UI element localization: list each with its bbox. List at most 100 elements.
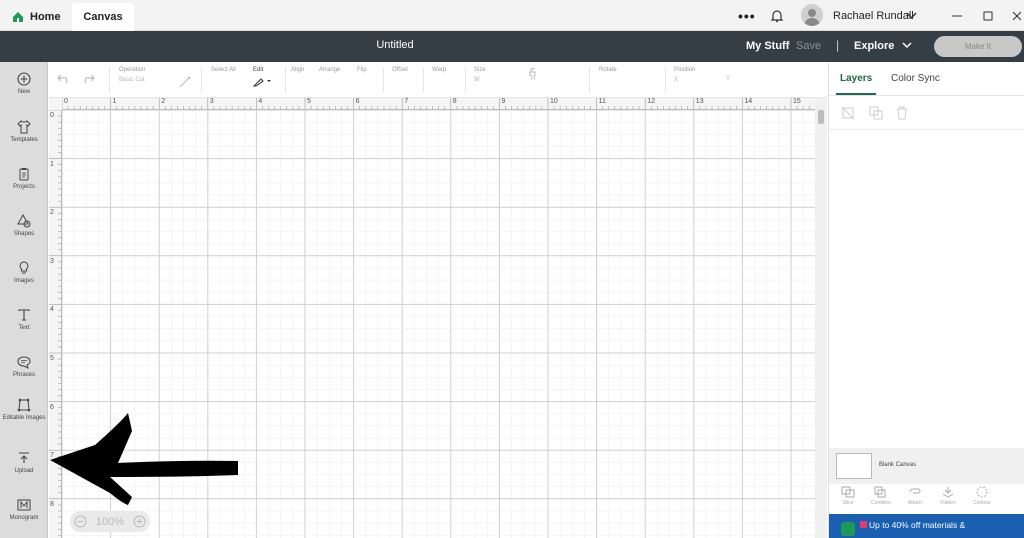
layers-panel: Layers Color Sync Blank Canvas Slice Com… [828,62,1024,538]
upload-icon [19,452,29,463]
slice-icon [841,486,855,498]
layer-actions [829,96,1024,130]
combine-button[interactable]: Combine [865,486,897,506]
attach-label: Attach [907,500,923,506]
user-name[interactable]: Rachael Rundall [833,0,914,31]
zoom-out-icon[interactable] [74,515,87,528]
sidebar-item-new[interactable]: New [0,72,48,95]
tab-home[interactable]: Home [12,3,61,31]
window-maximize-button[interactable] [983,0,993,31]
slice-button[interactable]: Slice [832,486,864,506]
position-label: Position [674,67,696,73]
flatten-label: Flatten [940,500,956,506]
pen-icon[interactable] [179,76,191,90]
combine-label: Combine [870,500,891,506]
lock-icon[interactable] [529,68,536,78]
pencil-icon [253,78,271,87]
explore-menu[interactable]: Explore [854,40,912,52]
rotate-field[interactable]: Rotate [599,67,617,73]
operation-value: Basic Cut [119,77,145,83]
size-label: Size [474,67,486,73]
operation-dropdown[interactable]: Operation Basic Cut [119,67,145,83]
toolbar-divider [465,68,466,92]
edit-label: Edit [253,67,264,73]
size-controls: Size W [474,67,486,83]
position-controls: Position X [674,67,695,83]
shirt-icon [17,120,31,134]
save-button[interactable]: Save [796,40,821,52]
blank-canvas-thumbnail [836,453,872,479]
toolbar-divider [383,68,384,92]
notifications-bell-icon[interactable] [770,0,784,31]
scrollbar-thumb[interactable] [818,110,824,124]
flip-label: Flip [357,67,367,73]
flip-dropdown[interactable]: Flip [357,67,367,73]
sidebar-item-templates[interactable]: Templates [0,120,48,143]
title-bar: Home Canvas ••• Rachael Rundall [0,0,1024,31]
chevron-down-icon[interactable] [906,0,917,31]
tag-icon [860,521,867,528]
sidebar-item-label: New [17,89,30,95]
slice-label: Slice [842,500,854,506]
promo-banner[interactable]: Up to 40% off materials & [829,514,1024,538]
sidebar-item-shapes[interactable]: Shapes [0,214,48,237]
tab-layers[interactable]: Layers [835,73,877,95]
tab-color-sync[interactable]: Color Sync [891,73,940,84]
window-close-button[interactable] [1012,0,1022,31]
my-stuff-link[interactable]: My Stuff [746,40,789,52]
contour-button[interactable]: Contour [966,486,998,506]
zoom-in-icon[interactable] [133,515,146,528]
make-it-button[interactable]: Make It [934,36,1022,57]
bottom-actions: Slice Combine Attach Flatten Contour [829,484,1024,514]
sidebar-item-projects[interactable]: Projects [0,167,48,190]
trash-icon[interactable] [895,106,909,120]
width-field[interactable]: W [474,77,486,83]
position-x-field[interactable]: X [674,77,695,83]
toolbar-divider [423,68,424,92]
flatten-button[interactable]: Flatten [932,486,964,506]
align-dropdown[interactable]: Align [291,67,304,73]
plus-circle-icon [17,72,31,86]
attach-button[interactable]: Attach [899,486,931,506]
sidebar-item-text[interactable]: Text [0,308,48,331]
toolbar-divider [589,68,590,92]
rotate-label: Rotate [599,67,617,73]
panel-tabs: Layers Color Sync [829,62,1024,96]
sidebar-item-label: Images [14,278,34,284]
sidebar-item-label: Projects [13,184,35,190]
position-y-label: Y [726,76,731,82]
tab-canvas-label: Canvas [83,11,123,23]
sidebar-item-phrases[interactable]: Phrases [0,355,48,378]
duplicate-icon[interactable] [869,106,883,120]
undo-button[interactable] [57,74,71,86]
blank-canvas-label: Blank Canvas [879,462,917,468]
offset-button[interactable]: Offset [392,67,408,73]
blank-canvas-row[interactable]: Blank Canvas [829,448,1024,484]
more-options-button[interactable]: ••• [738,0,756,31]
vertical-scrollbar[interactable] [815,98,827,538]
editable-images-icon [17,398,31,412]
edit-toolbar: Operation Basic Cut Select All Edit Alig… [49,62,827,98]
ruler-corner [49,98,62,110]
zoom-value: 100% [95,515,125,528]
shapes-icon [17,214,31,228]
toolbar-divider [285,68,286,92]
edit-dropdown[interactable]: Edit [253,67,273,87]
redo-button[interactable] [81,74,95,86]
combine-icon [874,486,886,498]
tab-canvas[interactable]: Canvas [72,3,134,31]
warp-dropdown[interactable]: Warp [432,67,446,73]
ungroup-icon[interactable] [841,106,855,120]
layer-list [829,130,1024,448]
avatar[interactable] [801,4,823,26]
speech-bubble-icon [17,356,31,369]
window-minimize-button[interactable] [952,0,962,31]
select-all-label: Select All [211,67,236,73]
document-title[interactable]: Untitled [0,39,790,51]
select-all-button[interactable]: Select All [211,67,236,73]
arrange-dropdown[interactable]: Arrange [319,67,340,73]
position-y-field[interactable]: Y [726,76,730,82]
contour-label: Contour [973,500,991,506]
sidebar-item-label: Shapes [13,231,35,237]
sidebar-item-images[interactable]: Images [0,261,48,284]
